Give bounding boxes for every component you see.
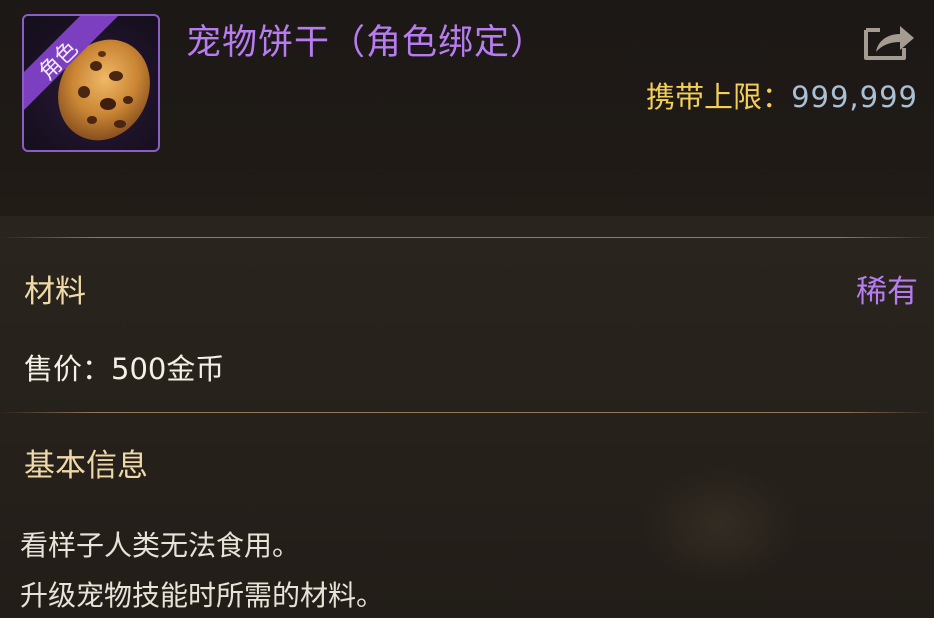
description-line: 看样子人类无法食用。 bbox=[20, 529, 301, 562]
carry-limit-label: 携带上限： bbox=[646, 80, 792, 114]
sell-price-value: 500金币 bbox=[111, 352, 225, 386]
divider bbox=[0, 237, 934, 238]
carry-limit: 携带上限：999,999 bbox=[646, 74, 918, 116]
divider bbox=[0, 412, 934, 413]
background-ghost bbox=[640, 466, 800, 586]
sell-price-label: 售价： bbox=[24, 352, 112, 386]
item-type: 材料 bbox=[24, 274, 86, 310]
cookie-icon: 角色 bbox=[24, 16, 150, 141]
item-rarity: 稀有 bbox=[856, 274, 918, 310]
carry-limit-value: 999,999 bbox=[791, 80, 918, 114]
share-button[interactable] bbox=[860, 18, 916, 64]
info-heading: 基本信息 bbox=[24, 448, 148, 484]
description-line: 升级宠物技能时所需的材料。 bbox=[20, 579, 385, 612]
item-name: 宠物饼干（角色绑定） bbox=[186, 23, 547, 63]
item-tooltip-panel: 角色 宠物饼干（角色绑定） 携带上限：999,999 材料 稀有 售价：500金… bbox=[0, 0, 934, 618]
sell-price: 售价：500金币 bbox=[24, 346, 224, 388]
share-icon bbox=[864, 26, 914, 60]
item-icon-frame: 角色 bbox=[22, 14, 160, 152]
